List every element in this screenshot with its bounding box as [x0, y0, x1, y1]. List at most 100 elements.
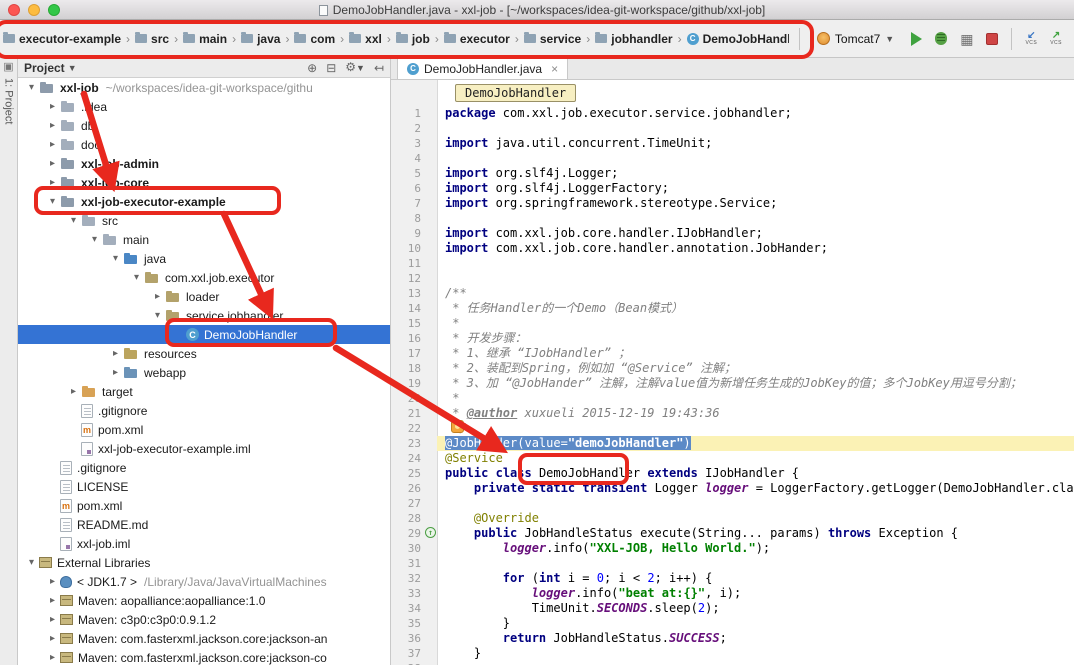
code-line-17[interactable]: 17 * 1、继承 “IJobHandler” ；: [391, 346, 1074, 361]
tree-item-maven-com-fasterxml-jackson-core-jackson-an[interactable]: ▸Maven: com.fasterxml.jackson.core:jacks…: [18, 629, 390, 648]
tree-item-db[interactable]: ▸db: [18, 116, 390, 135]
breadcrumb-item-jobhandler[interactable]: jobhandler: [594, 30, 673, 48]
code-line-32[interactable]: 32 for (int i = 0; i < 2; i++) {: [391, 571, 1074, 586]
expand-chevron-icon[interactable]: ▸: [45, 177, 60, 188]
expand-chevron-icon[interactable]: ▸: [45, 614, 60, 625]
zoom-window-icon[interactable]: [48, 4, 60, 16]
breadcrumb-item-executor[interactable]: executor: [443, 30, 511, 48]
code-line-12[interactable]: 12: [391, 271, 1074, 286]
tree-item-pom-xml[interactable]: mpom.xml: [18, 496, 390, 515]
run-configuration-select[interactable]: Tomcat7 ▼: [813, 30, 898, 48]
tree-item-gitignore[interactable]: .gitignore: [18, 401, 390, 420]
code-line-10[interactable]: 10import com.xxl.job.core.handler.annota…: [391, 241, 1074, 256]
tree-item-service-jobhandler[interactable]: ▾service.jobhandler: [18, 306, 390, 325]
code-line-11[interactable]: 11: [391, 256, 1074, 271]
code-line-35[interactable]: 35 }: [391, 616, 1074, 631]
tree-item-xxl-job-core[interactable]: ▸xxl-job-core: [18, 173, 390, 192]
code-line-1[interactable]: 1package com.xxl.job.executor.service.jo…: [391, 106, 1074, 121]
expand-chevron-icon[interactable]: ▸: [66, 386, 81, 397]
breadcrumb-item-xxl[interactable]: xxl: [348, 30, 383, 48]
expand-chevron-icon[interactable]: ▸: [150, 291, 165, 302]
project-tool-button[interactable]: 1: Project: [3, 78, 15, 124]
collapse-chevron-icon[interactable]: ▾: [150, 310, 165, 321]
expand-chevron-icon[interactable]: ▸: [45, 101, 60, 112]
breadcrumb-item-executor-example[interactable]: executor-example: [2, 30, 122, 48]
expand-chevron-icon[interactable]: ▸: [45, 139, 60, 150]
tree-item-xxl-job-admin[interactable]: ▸xxl-job-admin: [18, 154, 390, 173]
tree-item-xxl-job[interactable]: ▾xxl-job~/workspaces/idea-git-workspace/…: [18, 78, 390, 97]
override-marker-icon[interactable]: ↑: [425, 527, 436, 538]
tree-item-target[interactable]: ▸target: [18, 382, 390, 401]
expand-chevron-icon[interactable]: ▸: [45, 633, 60, 644]
vcs-update-button[interactable]: ↙ VCS: [1025, 31, 1037, 46]
vcs-commit-button[interactable]: ↗ VCS: [1050, 31, 1062, 46]
code-line-21[interactable]: 21 * @author xuxueli 2015-12-19 19:43:36: [391, 406, 1074, 421]
hide-panel-icon[interactable]: ↤: [374, 62, 384, 74]
locate-file-icon[interactable]: ⊕: [307, 62, 317, 74]
collapse-chevron-icon[interactable]: ▾: [24, 557, 39, 568]
code-line-18[interactable]: 18 * 2、装配到Spring，例如加 “@Service” 注解；: [391, 361, 1074, 376]
debug-button[interactable]: [935, 32, 947, 45]
stop-button[interactable]: [986, 33, 998, 45]
tree-item-xxl-job-executor-example-iml[interactable]: xxl-job-executor-example.iml: [18, 439, 390, 458]
tree-item-maven-c3p0-c3p0-0-9-1-2[interactable]: ▸Maven: c3p0:c3p0:0.9.1.2: [18, 610, 390, 629]
code-line-24[interactable]: 24@Service: [391, 451, 1074, 466]
collapse-chevron-icon[interactable]: ▾: [129, 272, 144, 283]
minimize-window-icon[interactable]: [28, 4, 40, 16]
code-line-4[interactable]: 4: [391, 151, 1074, 166]
tree-item-gitignore[interactable]: .gitignore: [18, 458, 390, 477]
collapse-chevron-icon[interactable]: ▾: [108, 253, 123, 264]
collapse-all-icon[interactable]: ⊟: [326, 62, 336, 74]
code-line-9[interactable]: 9import com.xxl.job.core.handler.IJobHan…: [391, 226, 1074, 241]
code-line-5[interactable]: 5import org.slf4j.Logger;: [391, 166, 1074, 181]
editor-tab[interactable]: C DemoJobHandler.java ×: [397, 58, 568, 79]
tree-item-license[interactable]: LICENSE: [18, 477, 390, 496]
code-line-29[interactable]: 29↑ public JobHandleStatus execute(Strin…: [391, 526, 1074, 541]
code-line-36[interactable]: 36 return JobHandleStatus.SUCCESS;: [391, 631, 1074, 646]
tree-item-idea[interactable]: ▸.idea: [18, 97, 390, 116]
code-line-30[interactable]: 30 logger.info("XXL-JOB, Hello World.");: [391, 541, 1074, 556]
tree-item-external-libraries[interactable]: ▾External Libraries: [18, 553, 390, 572]
tree-item-maven-aopalliance-aopalliance-1-0[interactable]: ▸Maven: aopalliance:aopalliance:1.0: [18, 591, 390, 610]
code-line-23[interactable]: 23@JobHander(value="demoJobHandler"): [391, 436, 1074, 451]
close-tab-icon[interactable]: ×: [551, 62, 558, 76]
breadcrumb-item-main[interactable]: main: [182, 30, 228, 48]
code-line-33[interactable]: 33 logger.info("beat at:{}", i);: [391, 586, 1074, 601]
code-line-22[interactable]: 22 */: [391, 421, 1074, 436]
breadcrumb-item-com[interactable]: com: [293, 30, 336, 48]
code-line-37[interactable]: 37 }: [391, 646, 1074, 661]
tree-item-main[interactable]: ▾main: [18, 230, 390, 249]
tree-item-readme-md[interactable]: README.md: [18, 515, 390, 534]
code-line-14[interactable]: 14 * 任务Handler的一个Demo（Bean模式）: [391, 301, 1074, 316]
gear-icon[interactable]: ⚙▼: [345, 61, 365, 74]
code-line-15[interactable]: 15 *: [391, 316, 1074, 331]
breadcrumb-item-service[interactable]: service: [523, 30, 582, 48]
tree-item-src[interactable]: ▾src: [18, 211, 390, 230]
code-line-7[interactable]: 7import org.springframework.stereotype.S…: [391, 196, 1074, 211]
close-window-icon[interactable]: [8, 4, 20, 16]
breadcrumb-item-java[interactable]: java: [240, 30, 281, 48]
code-line-38[interactable]: 38: [391, 661, 1074, 665]
tree-item-demojobhandler[interactable]: CDemoJobHandler: [18, 325, 390, 344]
tree-item-webapp[interactable]: ▸webapp: [18, 363, 390, 382]
tree-item-xxl-job-iml[interactable]: xxl-job.iml: [18, 534, 390, 553]
collapse-chevron-icon[interactable]: ▾: [24, 82, 39, 93]
collapse-chevron-icon[interactable]: ▾: [87, 234, 102, 245]
tree-item-resources[interactable]: ▸resources: [18, 344, 390, 363]
code-line-8[interactable]: 8: [391, 211, 1074, 226]
code-line-28[interactable]: 28 @Override: [391, 511, 1074, 526]
tree-item-doc[interactable]: ▸doc: [18, 135, 390, 154]
project-view-select[interactable]: Project: [24, 61, 65, 75]
code-line-16[interactable]: 16 * 开发步骤：: [391, 331, 1074, 346]
breadcrumb-item-demojobhandler[interactable]: CDemoJobHandler: [686, 30, 789, 48]
code-line-2[interactable]: 2: [391, 121, 1074, 136]
expand-chevron-icon[interactable]: ▸: [45, 120, 60, 131]
tree-item-loader[interactable]: ▸loader: [18, 287, 390, 306]
code-line-34[interactable]: 34 TimeUnit.SECONDS.sleep(2);: [391, 601, 1074, 616]
code-line-26[interactable]: 26 private static transient Logger logge…: [391, 481, 1074, 496]
expand-chevron-icon[interactable]: ▸: [45, 652, 60, 663]
code-line-13[interactable]: 13/**: [391, 286, 1074, 301]
breadcrumb-item-job[interactable]: job: [395, 30, 431, 48]
intention-bulb-icon[interactable]: [451, 420, 464, 433]
tree-item-maven-com-fasterxml-jackson-core-jackson-co[interactable]: ▸Maven: com.fasterxml.jackson.core:jacks…: [18, 648, 390, 665]
